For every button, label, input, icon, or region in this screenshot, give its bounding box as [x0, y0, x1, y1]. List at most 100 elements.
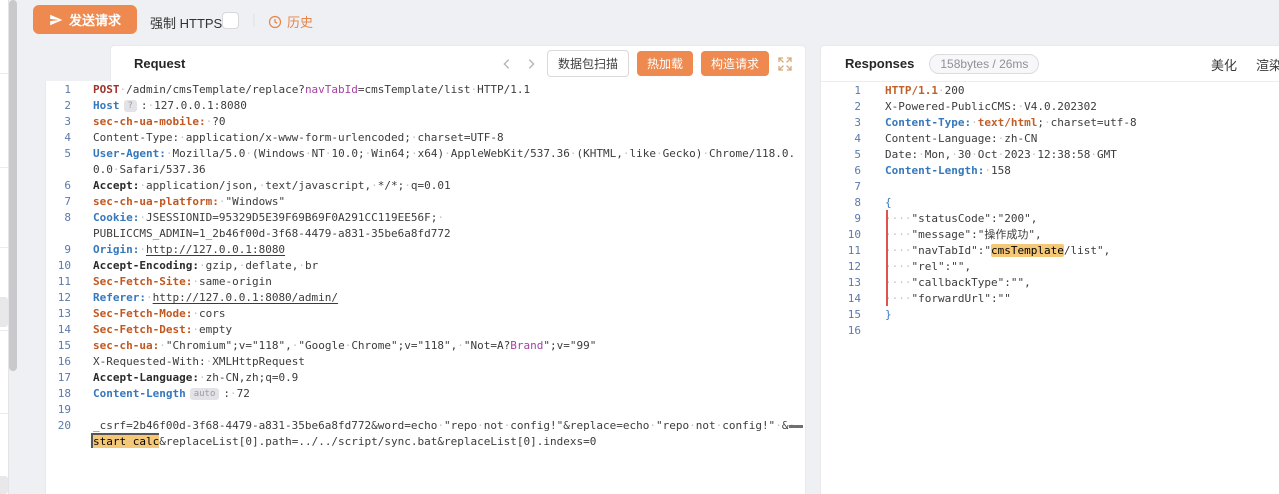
line-content: X-Powered-PublicCMS:·V4.0.202302 [861, 99, 1097, 115]
line-number: 6 [46, 178, 71, 194]
line-number: 9 [46, 242, 71, 258]
line-number: 19 [46, 402, 71, 418]
line-number: 10 [46, 258, 71, 274]
line-content: Accept-Encoding:·gzip,·deflate,·br [71, 258, 318, 274]
line-number: 6 [821, 163, 861, 179]
list-divider [0, 247, 8, 248]
line-number: 11 [821, 243, 861, 259]
response-editor[interactable]: 1HTTP/1.1·2002X-Powered-PublicCMS:·V4.0.… [821, 82, 1279, 339]
line-content: ····"forwardUrl":"" [861, 291, 1011, 307]
scrollbar-thumb[interactable] [9, 0, 17, 371]
line-content: User-Agent:·Mozilla/5.0·(Windows·NT·10.0… [71, 146, 795, 162]
code-line: 1HTTP/1.1·200 [821, 83, 1279, 99]
line-number: 18 [46, 386, 71, 402]
line-number: 1 [821, 83, 861, 99]
line-number: 8 [821, 195, 861, 211]
line-content: Content-Lengthauto:·72 [71, 386, 250, 402]
line-content: Accept-Language:·zh-CN,zh;q=0.9 [71, 370, 298, 386]
response-panel: Responses 158bytes / 26ms 美化 渲染 1HTTP/1.… [820, 45, 1279, 494]
line-number: 3 [46, 114, 71, 130]
topbar-divider: | [252, 11, 256, 27]
send-icon [49, 13, 63, 27]
code-line: 6Content-Length:·158 [821, 163, 1279, 179]
line-content: sec-ch-ua:·"Chromium";v="118",·"Google·C… [71, 338, 596, 354]
chevron-right-icon[interactable] [523, 56, 539, 72]
history-button[interactable]: 历史 [268, 12, 313, 31]
request-controls: 数据包扫描 热加载 构造请求 [499, 50, 793, 77]
code-line: 2Host?:·127.0.0.1:8080 [46, 98, 805, 114]
line-content: ····"navTabId":"cmsTemplate/list", [861, 243, 1110, 259]
request-editor[interactable]: 1POST·/admin/cmsTemplate/replace?navTabI… [45, 81, 806, 494]
hot-load-button[interactable]: 热加载 [637, 51, 693, 76]
line-number: 14 [821, 291, 861, 307]
code-line: 1POST·/admin/cmsTemplate/replace?navTabI… [46, 82, 805, 98]
code-line: 3sec-ch-ua-mobile:·?0 [46, 114, 805, 130]
force-https-checkbox[interactable] [222, 12, 239, 29]
line-number: 20 [46, 418, 71, 434]
line-number: 4 [46, 130, 71, 146]
line-content: Accept:·application/json,·text/javascrip… [71, 178, 451, 194]
list-item [0, 476, 8, 494]
line-number: 2 [46, 98, 71, 114]
app-window: 发送请求 强制 HTTPS | 历史 Request 数据包扫描 热加载 构造请… [0, 0, 1279, 494]
line-number: 17 [46, 370, 71, 386]
line-number: 7 [821, 179, 861, 195]
line-content: } [861, 307, 892, 323]
code-line: 18Content-Lengthauto:·72 [46, 386, 805, 402]
code-line: 15} [821, 307, 1279, 323]
overview-ruler-mark [789, 425, 803, 428]
render-button[interactable]: 渲染 [1256, 55, 1279, 74]
code-line: 0.0·Safari/537.36 [46, 162, 805, 178]
send-request-button[interactable]: 发送请求 [33, 5, 137, 34]
construct-request-button[interactable]: 构造请求 [701, 51, 769, 76]
line-content: sec-ch-ua-mobile:·?0 [71, 114, 225, 130]
code-line: 5User-Agent:·Mozilla/5.0·(Windows·NT·10.… [46, 146, 805, 162]
json-indent-guide [886, 210, 888, 306]
code-line: 3Content-Type:·text/html;·charset=utf-8 [821, 115, 1279, 131]
code-line: 8{ [821, 195, 1279, 211]
code-line: 15sec-ch-ua:·"Chromium";v="118",·"Google… [46, 338, 805, 354]
packet-scan-button[interactable]: 数据包扫描 [547, 50, 629, 77]
beautify-button[interactable]: 美化 [1211, 55, 1237, 74]
force-https-label: 强制 HTTPS [150, 13, 222, 32]
expand-icon[interactable] [777, 56, 793, 72]
line-content: _csrf=2b46f00d-3f68-4479-a831-35be6a8fd7… [71, 418, 795, 434]
code-line: 11Sec-Fetch-Site:·same-origin [46, 274, 805, 290]
line-content: Cookie:·JSESSIONID=95329D5E39F69B69F0A29… [71, 210, 444, 226]
line-content: sec-ch-ua-platform:·"Windows" [71, 194, 285, 210]
line-number: 16 [46, 354, 71, 370]
code-line: 10····"message":"操作成功", [821, 227, 1279, 243]
send-request-label: 发送请求 [69, 10, 121, 29]
history-label: 历史 [287, 12, 313, 31]
code-line: 14····"forwardUrl":"" [821, 291, 1279, 307]
line-content: Content-Language:·zh-CN [861, 131, 1037, 147]
code-line: PUBLICCMS_ADMIN=1_2b46f00d-3f68-4479-a83… [46, 226, 805, 242]
response-title: Responses [845, 56, 914, 71]
line-number: 7 [46, 194, 71, 210]
line-number: 13 [821, 275, 861, 291]
line-number: 4 [821, 131, 861, 147]
code-line: 14Sec-Fetch-Dest:·empty [46, 322, 805, 338]
response-meta-badge: 158bytes / 26ms [929, 54, 1039, 74]
line-content: Sec-Fetch-Site:·same-origin [71, 274, 272, 290]
response-panel-header: Responses 158bytes / 26ms 美化 渲染 [821, 46, 1279, 82]
line-number: 9 [821, 211, 861, 227]
chevron-left-icon[interactable] [499, 56, 515, 72]
line-content: Content-Type:·application/x-www-form-url… [71, 130, 504, 146]
list-divider [0, 413, 8, 414]
line-content: Content-Length:·158 [861, 163, 1011, 179]
line-number: 12 [821, 259, 861, 275]
code-line: 16X-Requested-With:·XMLHttpRequest [46, 354, 805, 370]
code-line: 10Accept-Encoding:·gzip,·deflate,·br [46, 258, 805, 274]
line-content: Sec-Fetch-Dest:·empty [71, 322, 232, 338]
line-content: Date:·Mon,·30·Oct·2023·12:38:58·GMT [861, 147, 1117, 163]
code-line: 5Date:·Mon,·30·Oct·2023·12:38:58·GMT [821, 147, 1279, 163]
line-number: 8 [46, 210, 71, 226]
code-line: 17Accept-Language:·zh-CN,zh;q=0.9 [46, 370, 805, 386]
list-divider [0, 73, 8, 74]
clock-icon [268, 15, 282, 29]
code-line: 12····"rel":"", [821, 259, 1279, 275]
code-line: start·calc&replaceList[0].path=../../scr… [46, 434, 805, 450]
code-line: 6Accept:·application/json,·text/javascri… [46, 178, 805, 194]
line-number: 3 [821, 115, 861, 131]
